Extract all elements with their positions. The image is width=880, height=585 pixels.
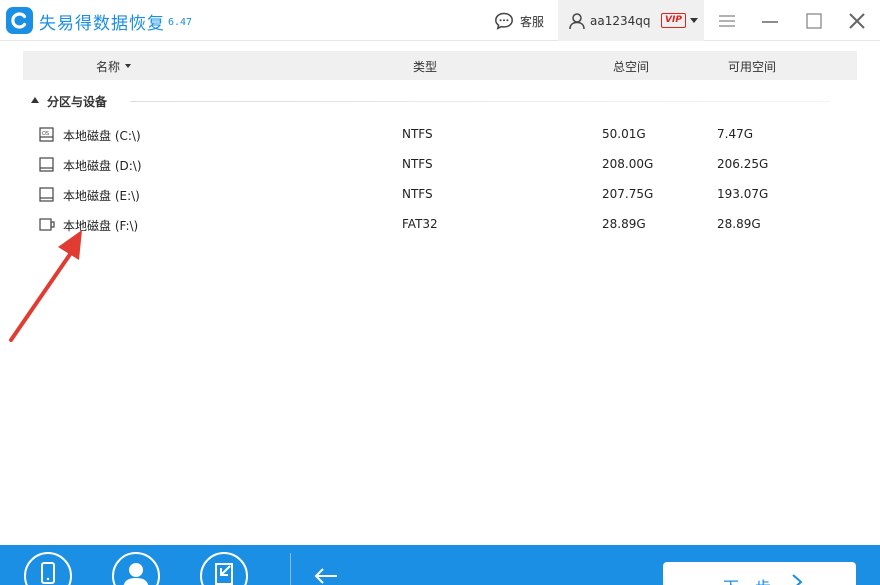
drive-type: FAT32 <box>402 217 438 231</box>
os-drive-icon: OS <box>39 127 54 142</box>
drive-free: 193.07G <box>717 187 769 201</box>
drive-free: 206.25G <box>717 157 769 171</box>
bottom-toolbar: 下一步 <box>0 545 880 585</box>
group-divider <box>130 101 830 102</box>
drive-row-c[interactable]: OS 本地磁盘 (C:\) NTFS 50.01G 7.47G <box>30 120 850 150</box>
customer-support-button[interactable] <box>112 552 160 585</box>
support-label: 客服 <box>520 14 545 29</box>
export-icon <box>215 563 233 585</box>
user-support-icon <box>123 563 149 585</box>
column-header-name[interactable]: 名称 <box>96 58 120 75</box>
drive-type: NTFS <box>402 187 433 201</box>
close-button[interactable] <box>847 11 867 31</box>
back-arrow-icon[interactable] <box>313 567 339 585</box>
maximize-button[interactable] <box>804 11 824 31</box>
chevron-down-icon <box>690 18 698 23</box>
table-header: 名称 类型 总空间 可用空间 <box>23 51 857 80</box>
app-title: 失易得数据恢复 <box>39 14 165 34</box>
drive-row-f[interactable]: 本地磁盘 (F:\) FAT32 28.89G 28.89G <box>30 210 850 240</box>
export-button[interactable] <box>200 552 248 585</box>
chat-bubble-icon <box>495 12 513 30</box>
menu-button[interactable] <box>717 11 737 31</box>
title-bar: 失易得数据恢复 6.47 客服 aa1234qq VIP <box>0 0 880 41</box>
minimize-button[interactable] <box>760 11 780 31</box>
drive-name: 本地磁盘 (E:\) <box>63 189 140 203</box>
drive-row-e[interactable]: 本地磁盘 (E:\) NTFS 207.75G 193.07G <box>30 180 850 210</box>
drive-total: 50.01G <box>602 127 646 141</box>
next-step-button[interactable]: 下一步 <box>663 562 856 585</box>
usb-drive-icon <box>39 218 55 231</box>
phone-icon <box>41 562 55 584</box>
hard-drive-icon <box>39 187 54 202</box>
column-header-type[interactable]: 类型 <box>413 58 437 75</box>
annotation-arrow <box>9 230 82 342</box>
vip-badge: VIP <box>661 13 686 28</box>
drive-total: 207.75G <box>602 187 654 201</box>
drive-total: 208.00G <box>602 157 654 171</box>
svg-text:OS: OS <box>42 131 49 137</box>
group-label: 分区与设备 <box>47 95 108 109</box>
column-header-free[interactable]: 可用空间 <box>728 58 776 75</box>
collapse-caret-icon[interactable] <box>31 97 39 103</box>
toolbar-divider <box>290 553 291 585</box>
drive-name: 本地磁盘 (D:\) <box>63 159 142 173</box>
drive-type: NTFS <box>402 127 433 141</box>
drive-free: 7.47G <box>717 127 754 141</box>
sort-caret-icon <box>125 64 131 68</box>
drive-total: 28.89G <box>602 217 646 231</box>
phone-recovery-button[interactable] <box>24 552 72 585</box>
hard-drive-icon <box>39 157 54 172</box>
column-header-total[interactable]: 总空间 <box>613 58 649 75</box>
drive-name: 本地磁盘 (C:\) <box>63 129 141 143</box>
user-account-menu[interactable]: aa1234qq VIP <box>558 0 704 41</box>
app-logo-icon <box>6 7 33 34</box>
next-step-label: 下一步 <box>723 574 771 585</box>
drive-row-d[interactable]: 本地磁盘 (D:\) NTFS 208.00G 206.25G <box>30 150 850 180</box>
username: aa1234qq <box>590 14 651 28</box>
support-button[interactable]: 客服 <box>494 10 544 32</box>
user-icon <box>569 13 585 30</box>
drive-type: NTFS <box>402 157 433 171</box>
drive-free: 28.89G <box>717 217 761 231</box>
drive-name: 本地磁盘 (F:\) <box>63 219 139 233</box>
app-version: 6.47 <box>168 17 193 28</box>
group-partitions-devices[interactable]: 分区与设备 <box>30 92 830 110</box>
chevron-right-icon <box>792 574 803 585</box>
